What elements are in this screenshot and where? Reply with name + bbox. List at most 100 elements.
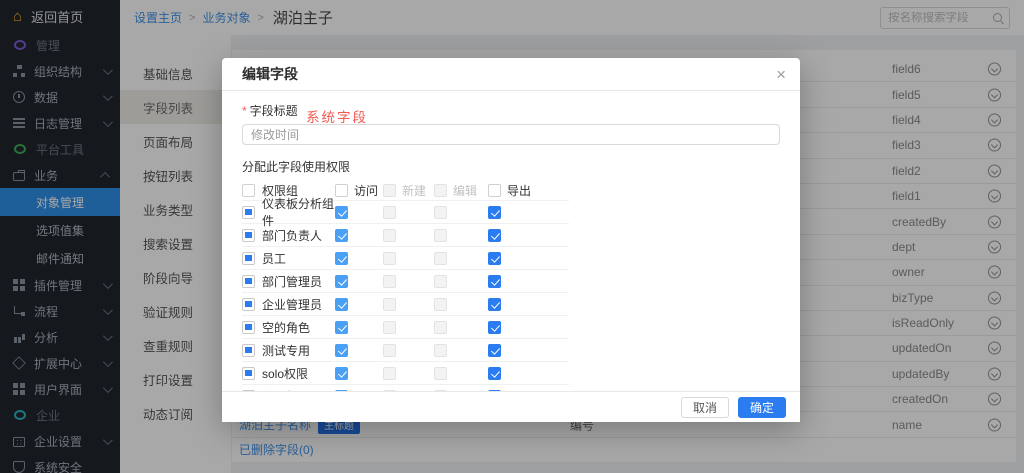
group-cell: 测试专用 bbox=[242, 342, 335, 359]
测试专用-checkbox-checked-light[interactable] bbox=[335, 344, 348, 357]
perm-cell bbox=[383, 321, 434, 334]
单一权限-checkbox-checked-light[interactable] bbox=[335, 390, 348, 392]
perm-cell bbox=[434, 367, 488, 380]
perm-cell bbox=[335, 206, 383, 219]
cancel-button[interactable]: 取消 bbox=[681, 397, 729, 418]
header-label: 新建 bbox=[402, 182, 426, 199]
perm-cell bbox=[488, 206, 539, 219]
header-col-编辑: 编辑 bbox=[434, 182, 488, 199]
perm-cell bbox=[434, 298, 488, 311]
perm-cell bbox=[488, 321, 539, 334]
solo权限-checkbox-disabled bbox=[434, 367, 447, 380]
测试专用-checkbox-indeterminate[interactable] bbox=[242, 344, 255, 357]
perm-cell bbox=[335, 367, 383, 380]
perm-cell bbox=[434, 252, 488, 265]
header-导出-checkbox-unchecked[interactable] bbox=[488, 184, 501, 197]
header-新建-checkbox-disabled bbox=[383, 184, 396, 197]
permission-table: 权限组访问新建编辑导出仪表板分析组件部门负责人员工部门管理员企业管理员空的角色测… bbox=[242, 180, 569, 391]
modal-footer: 取消 确定 bbox=[222, 391, 800, 422]
企业管理员-checkbox-indeterminate[interactable] bbox=[242, 298, 255, 311]
企业管理员-checkbox-disabled bbox=[434, 298, 447, 311]
solo权限-checkbox-checked-light[interactable] bbox=[335, 367, 348, 380]
企业管理员-checkbox-checked[interactable] bbox=[488, 298, 501, 311]
perm-cell bbox=[335, 298, 383, 311]
system-field-annotation: 系统字段 bbox=[306, 106, 368, 126]
员工-checkbox-indeterminate[interactable] bbox=[242, 252, 255, 265]
仪表板分析组件-checkbox-disabled bbox=[383, 206, 396, 219]
空的角色-checkbox-disabled bbox=[383, 321, 396, 334]
close-icon[interactable]: × bbox=[776, 66, 786, 83]
仪表板分析组件-checkbox-indeterminate[interactable] bbox=[242, 206, 255, 219]
部门负责人-checkbox-disabled bbox=[383, 229, 396, 242]
perm-cell bbox=[335, 229, 383, 242]
部门管理员-checkbox-disabled bbox=[383, 275, 396, 288]
部门管理员-checkbox-indeterminate[interactable] bbox=[242, 275, 255, 288]
perm-cell bbox=[434, 206, 488, 219]
header-权限组-checkbox-unchecked[interactable] bbox=[242, 184, 255, 197]
部门负责人-checkbox-checked[interactable] bbox=[488, 229, 501, 242]
空的角色-checkbox-checked-light[interactable] bbox=[335, 321, 348, 334]
perm-cell bbox=[383, 252, 434, 265]
header-label: 导出 bbox=[507, 182, 531, 199]
permission-group-name: 部门管理员 bbox=[262, 273, 322, 290]
perm-cell bbox=[335, 344, 383, 357]
企业管理员-checkbox-checked-light[interactable] bbox=[335, 298, 348, 311]
部门负责人-checkbox-checked-light[interactable] bbox=[335, 229, 348, 242]
测试专用-checkbox-checked[interactable] bbox=[488, 344, 501, 357]
solo权限-checkbox-disabled bbox=[383, 367, 396, 380]
perm-cell bbox=[383, 206, 434, 219]
员工-checkbox-checked[interactable] bbox=[488, 252, 501, 265]
perm-cell bbox=[335, 252, 383, 265]
测试专用-checkbox-disabled bbox=[383, 344, 396, 357]
header-访问-checkbox-unchecked[interactable] bbox=[335, 184, 348, 197]
仪表板分析组件-checkbox-checked-light[interactable] bbox=[335, 206, 348, 219]
perm-cell bbox=[488, 298, 539, 311]
部门负责人-checkbox-indeterminate[interactable] bbox=[242, 229, 255, 242]
测试专用-checkbox-disabled bbox=[434, 344, 447, 357]
group-cell: 单一权限 bbox=[242, 388, 335, 392]
perm-cell bbox=[383, 344, 434, 357]
员工-checkbox-checked-light[interactable] bbox=[335, 252, 348, 265]
app-root: ⌂ 返回首页 管理组织结构数据日志管理平台工具业务对象管理选项值集邮件通知插件管… bbox=[0, 0, 1024, 473]
modal-title: 编辑字段 bbox=[242, 64, 298, 84]
perm-cell bbox=[383, 275, 434, 288]
permission-section-label: 分配此字段使用权限 bbox=[242, 158, 780, 175]
permission-group-name: 测试专用 bbox=[262, 342, 310, 359]
permission-row-仪表板分析组件: 仪表板分析组件 bbox=[242, 201, 569, 224]
部门管理员-checkbox-checked-light[interactable] bbox=[335, 275, 348, 288]
空的角色-checkbox-indeterminate[interactable] bbox=[242, 321, 255, 334]
部门管理员-checkbox-disabled bbox=[434, 275, 447, 288]
仪表板分析组件-checkbox-checked[interactable] bbox=[488, 206, 501, 219]
header-label: 访问 bbox=[354, 182, 378, 199]
perm-cell bbox=[383, 229, 434, 242]
modal-header: 编辑字段 × bbox=[222, 58, 800, 91]
perm-cell bbox=[434, 390, 488, 392]
group-cell: 部门管理员 bbox=[242, 273, 335, 290]
单一权限-checkbox-checked[interactable] bbox=[488, 390, 501, 392]
单一权限-checkbox-indeterminate[interactable] bbox=[242, 390, 255, 392]
ok-button[interactable]: 确定 bbox=[738, 397, 786, 418]
modal-body: 系统字段 *字段标题 分配此字段使用权限 权限组访问新建编辑导出仪表板分析组件部… bbox=[222, 91, 800, 391]
permission-group-name: 空的角色 bbox=[262, 319, 310, 336]
perm-cell bbox=[335, 275, 383, 288]
perm-cell bbox=[383, 367, 434, 380]
perm-cell bbox=[488, 390, 539, 392]
solo权限-checkbox-indeterminate[interactable] bbox=[242, 367, 255, 380]
空的角色-checkbox-disabled bbox=[434, 321, 447, 334]
部门管理员-checkbox-checked[interactable] bbox=[488, 275, 501, 288]
header-col-新建: 新建 bbox=[383, 182, 434, 199]
空的角色-checkbox-checked[interactable] bbox=[488, 321, 501, 334]
header-col-导出: 导出 bbox=[488, 182, 539, 199]
单一权限-checkbox-disabled bbox=[383, 390, 396, 392]
permission-group-name: 员工 bbox=[262, 250, 286, 267]
permission-group-name: 仪表板分析组件 bbox=[262, 195, 335, 229]
perm-cell bbox=[488, 344, 539, 357]
perm-cell bbox=[383, 298, 434, 311]
field-title-input[interactable] bbox=[242, 124, 780, 145]
solo权限-checkbox-checked[interactable] bbox=[488, 367, 501, 380]
header-col-访问: 访问 bbox=[335, 182, 383, 199]
perm-cell bbox=[488, 229, 539, 242]
permission-group-name: solo权限 bbox=[262, 365, 308, 382]
perm-cell bbox=[488, 367, 539, 380]
permission-row-单一权限: 单一权限 bbox=[242, 385, 569, 391]
